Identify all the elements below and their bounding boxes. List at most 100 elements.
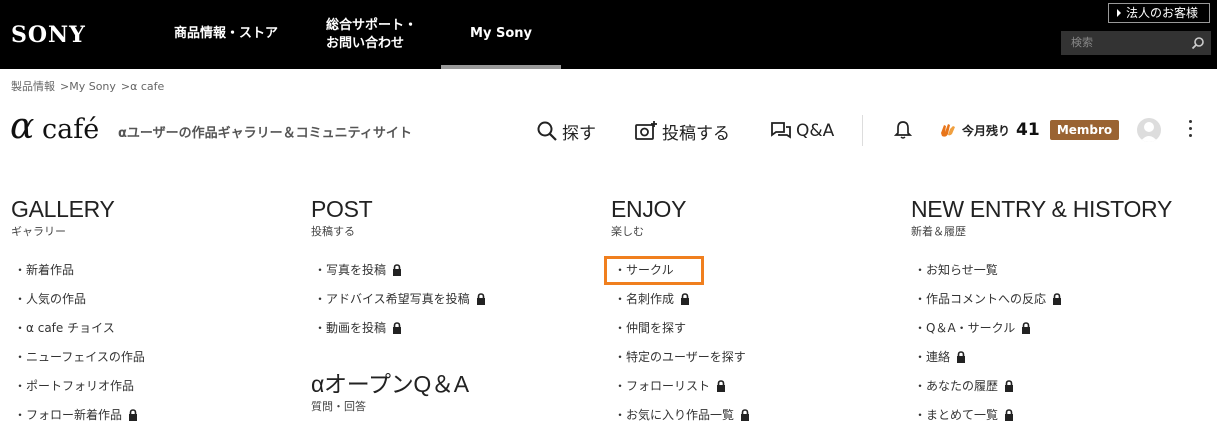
post-button[interactable]: 投稿する bbox=[634, 118, 730, 144]
new-entry-item-label: まとめて一覧 bbox=[926, 408, 999, 422]
site-tagline: αユーザーの作品ギャラリー＆コミュニティサイト bbox=[118, 126, 412, 141]
enjoy-item-label: 仲間を探す bbox=[626, 321, 687, 335]
lock-icon bbox=[681, 293, 690, 305]
lock-icon bbox=[476, 293, 485, 305]
list-item[interactable]: ・ Q＆A・サークル bbox=[911, 319, 1201, 348]
list-item[interactable]: ・新着作品 bbox=[11, 261, 301, 290]
corporate-link[interactable]: 法人のお客様 bbox=[1108, 3, 1210, 23]
global-header: SONY 商品情報・ストア 総合サポート・ お問い合わせ My Sony 法人の… bbox=[0, 0, 1217, 69]
lock-icon bbox=[1005, 380, 1014, 392]
list-item[interactable]: ・連絡 bbox=[911, 348, 1201, 377]
open-qa-title[interactable]: αオープンQ＆A bbox=[311, 370, 469, 398]
list-item[interactable]: ・フォローリスト bbox=[611, 377, 901, 406]
nav-products-store[interactable]: 商品情報・ストア bbox=[174, 25, 278, 43]
acafe-logo-alpha: α bbox=[10, 106, 35, 147]
search-placeholder: 検索 bbox=[1071, 36, 1093, 49]
hands-icon bbox=[941, 124, 955, 137]
post-button-label: 投稿する bbox=[662, 123, 730, 144]
breadcrumb-separator: > bbox=[120, 80, 131, 93]
list-item[interactable]: ・ポートフォリオ作品 bbox=[11, 377, 301, 406]
new-entry-column: NEW ENTRY & HISTORY 新着＆履歴 ・お知らせ一覧 ・作品コメン… bbox=[911, 195, 1201, 435]
triangle-right-icon bbox=[1117, 9, 1121, 17]
corporate-label: 法人のお客様 bbox=[1126, 6, 1199, 20]
sony-logo[interactable]: SONY bbox=[11, 22, 86, 48]
open-qa-subtitle: 質問・回答 bbox=[311, 400, 366, 413]
list-item[interactable]: ・人気の作品 bbox=[11, 290, 301, 319]
gallery-item-label: 人気の作品 bbox=[26, 292, 87, 306]
nav-support-line2: お問い合わせ bbox=[326, 36, 405, 51]
list-item[interactable]: ・写真を投稿 bbox=[311, 261, 601, 290]
new-entry-title: NEW ENTRY & HISTORY bbox=[911, 196, 1172, 222]
new-entry-subtitle: 新着＆履歴 bbox=[911, 225, 966, 238]
list-item[interactable]: ・特定のユーザーを探す bbox=[611, 348, 901, 377]
list-item[interactable]: ・アドバイス希望写真を投稿 bbox=[311, 290, 601, 319]
active-tab-indicator bbox=[441, 65, 561, 69]
enjoy-column: ENJOY 楽しむ ・サークル ・名刺作成 ・仲間を探す ・特定のユーザーを探す… bbox=[604, 195, 901, 435]
notifications-button[interactable] bbox=[893, 120, 913, 144]
nav-mysony[interactable]: My Sony bbox=[441, 0, 561, 69]
new-entry-item-label: 作品コメントへの反応 bbox=[926, 292, 1047, 306]
post-subtitle: 投稿する bbox=[311, 225, 355, 238]
list-item[interactable]: ・お知らせ一覧 bbox=[911, 261, 1201, 290]
lock-icon bbox=[957, 351, 966, 363]
enjoy-item-label: 名刺作成 bbox=[626, 292, 675, 306]
list-item[interactable]: ・ α cafe チョイス bbox=[11, 319, 301, 348]
remaining-count: 41 bbox=[1016, 120, 1040, 140]
search-button-label: 探す bbox=[562, 123, 596, 144]
list-item[interactable]: ・名刺作成 bbox=[611, 290, 901, 319]
global-search-input[interactable]: 検索 bbox=[1061, 31, 1211, 55]
list-item[interactable]: ・動画を投稿 bbox=[311, 319, 601, 348]
lock-icon bbox=[741, 409, 750, 421]
enjoy-item-label: サークル bbox=[626, 263, 674, 277]
new-entry-item-label: お知らせ一覧 bbox=[926, 263, 998, 277]
lock-icon bbox=[1022, 322, 1031, 334]
search-button[interactable]: 探す bbox=[536, 118, 596, 144]
search-icon[interactable] bbox=[1191, 36, 1205, 50]
acafe-logo-text: café bbox=[42, 114, 100, 145]
gallery-list: ・新着作品 ・人気の作品 ・ α cafe チョイス ・ニューフェイスの作品 ・ポ… bbox=[11, 261, 301, 435]
list-item-circle[interactable]: ・サークル bbox=[604, 256, 901, 290]
list-item[interactable]: ・あなたの履歴 bbox=[911, 377, 1201, 406]
membro-badge[interactable]: Membro bbox=[1050, 120, 1119, 140]
qa-button[interactable]: Q&A bbox=[770, 118, 834, 144]
list-item[interactable]: ・仲間を探す bbox=[611, 319, 901, 348]
list-item[interactable]: ・お気に入り作品一覧 bbox=[611, 406, 901, 435]
post-column: POST 投稿する ・写真を投稿 ・アドバイス希望写真を投稿 ・動画を投稿 αオ… bbox=[311, 195, 601, 413]
gallery-title: GALLERY bbox=[11, 196, 115, 222]
enjoy-item-label: 特定のユーザーを探す bbox=[626, 350, 746, 364]
post-item-label: 動画を投稿 bbox=[326, 321, 387, 335]
breadcrumb: 製品情報 >My Sony >α cafe bbox=[11, 78, 164, 94]
breadcrumb-item-mysony[interactable]: My Sony bbox=[69, 80, 116, 93]
search-icon bbox=[537, 121, 557, 141]
new-entry-item-label: Q＆A・サークル bbox=[926, 321, 1016, 335]
avatar-icon bbox=[1140, 122, 1158, 142]
header-divider bbox=[862, 115, 863, 146]
new-entry-list: ・お知らせ一覧 ・作品コメントへの反応 ・ Q＆A・サークル ・連絡 ・あなたの履… bbox=[911, 261, 1201, 435]
nav-support-line1: 総合サポート・ bbox=[326, 18, 418, 33]
list-item[interactable]: ・まとめて一覧 bbox=[911, 406, 1201, 435]
gallery-subtitle: ギャラリー bbox=[11, 225, 66, 238]
lock-icon bbox=[393, 322, 402, 334]
kebab-icon[interactable] bbox=[1188, 120, 1194, 140]
enjoy-list: ・サークル ・名刺作成 ・仲間を探す ・特定のユーザーを探す ・フォローリスト … bbox=[604, 256, 901, 435]
lock-icon bbox=[1005, 409, 1014, 421]
list-item[interactable]: ・フォロー新着作品 bbox=[11, 406, 301, 435]
remaining-label: 今月残り bbox=[962, 123, 1011, 138]
new-entry-item-label: 連絡 bbox=[926, 350, 951, 364]
list-item[interactable]: ・ニューフェイスの作品 bbox=[11, 348, 301, 377]
post-list: ・写真を投稿 ・アドバイス希望写真を投稿 ・動画を投稿 bbox=[311, 261, 601, 348]
enjoy-subtitle: 楽しむ bbox=[611, 225, 644, 238]
list-item[interactable]: ・作品コメントへの反応 bbox=[911, 290, 1201, 319]
gallery-item-label: ニューフェイスの作品 bbox=[26, 350, 145, 364]
breadcrumb-item-products[interactable]: 製品情報 bbox=[11, 80, 55, 93]
monthly-remaining[interactable]: 今月残り 41 bbox=[938, 120, 1040, 140]
post-item-label: 写真を投稿 bbox=[326, 263, 387, 277]
gallery-item-label: フォロー新着作品 bbox=[26, 408, 123, 422]
avatar[interactable] bbox=[1137, 118, 1161, 142]
nav-support[interactable]: 総合サポート・ お問い合わせ bbox=[326, 17, 436, 53]
lock-icon bbox=[129, 409, 138, 421]
enjoy-item-label: フォローリスト bbox=[626, 379, 711, 393]
lock-icon bbox=[393, 264, 402, 276]
breadcrumb-item-acafe: α cafe bbox=[130, 80, 165, 93]
gallery-item-label: ポートフォリオ作品 bbox=[26, 379, 135, 393]
